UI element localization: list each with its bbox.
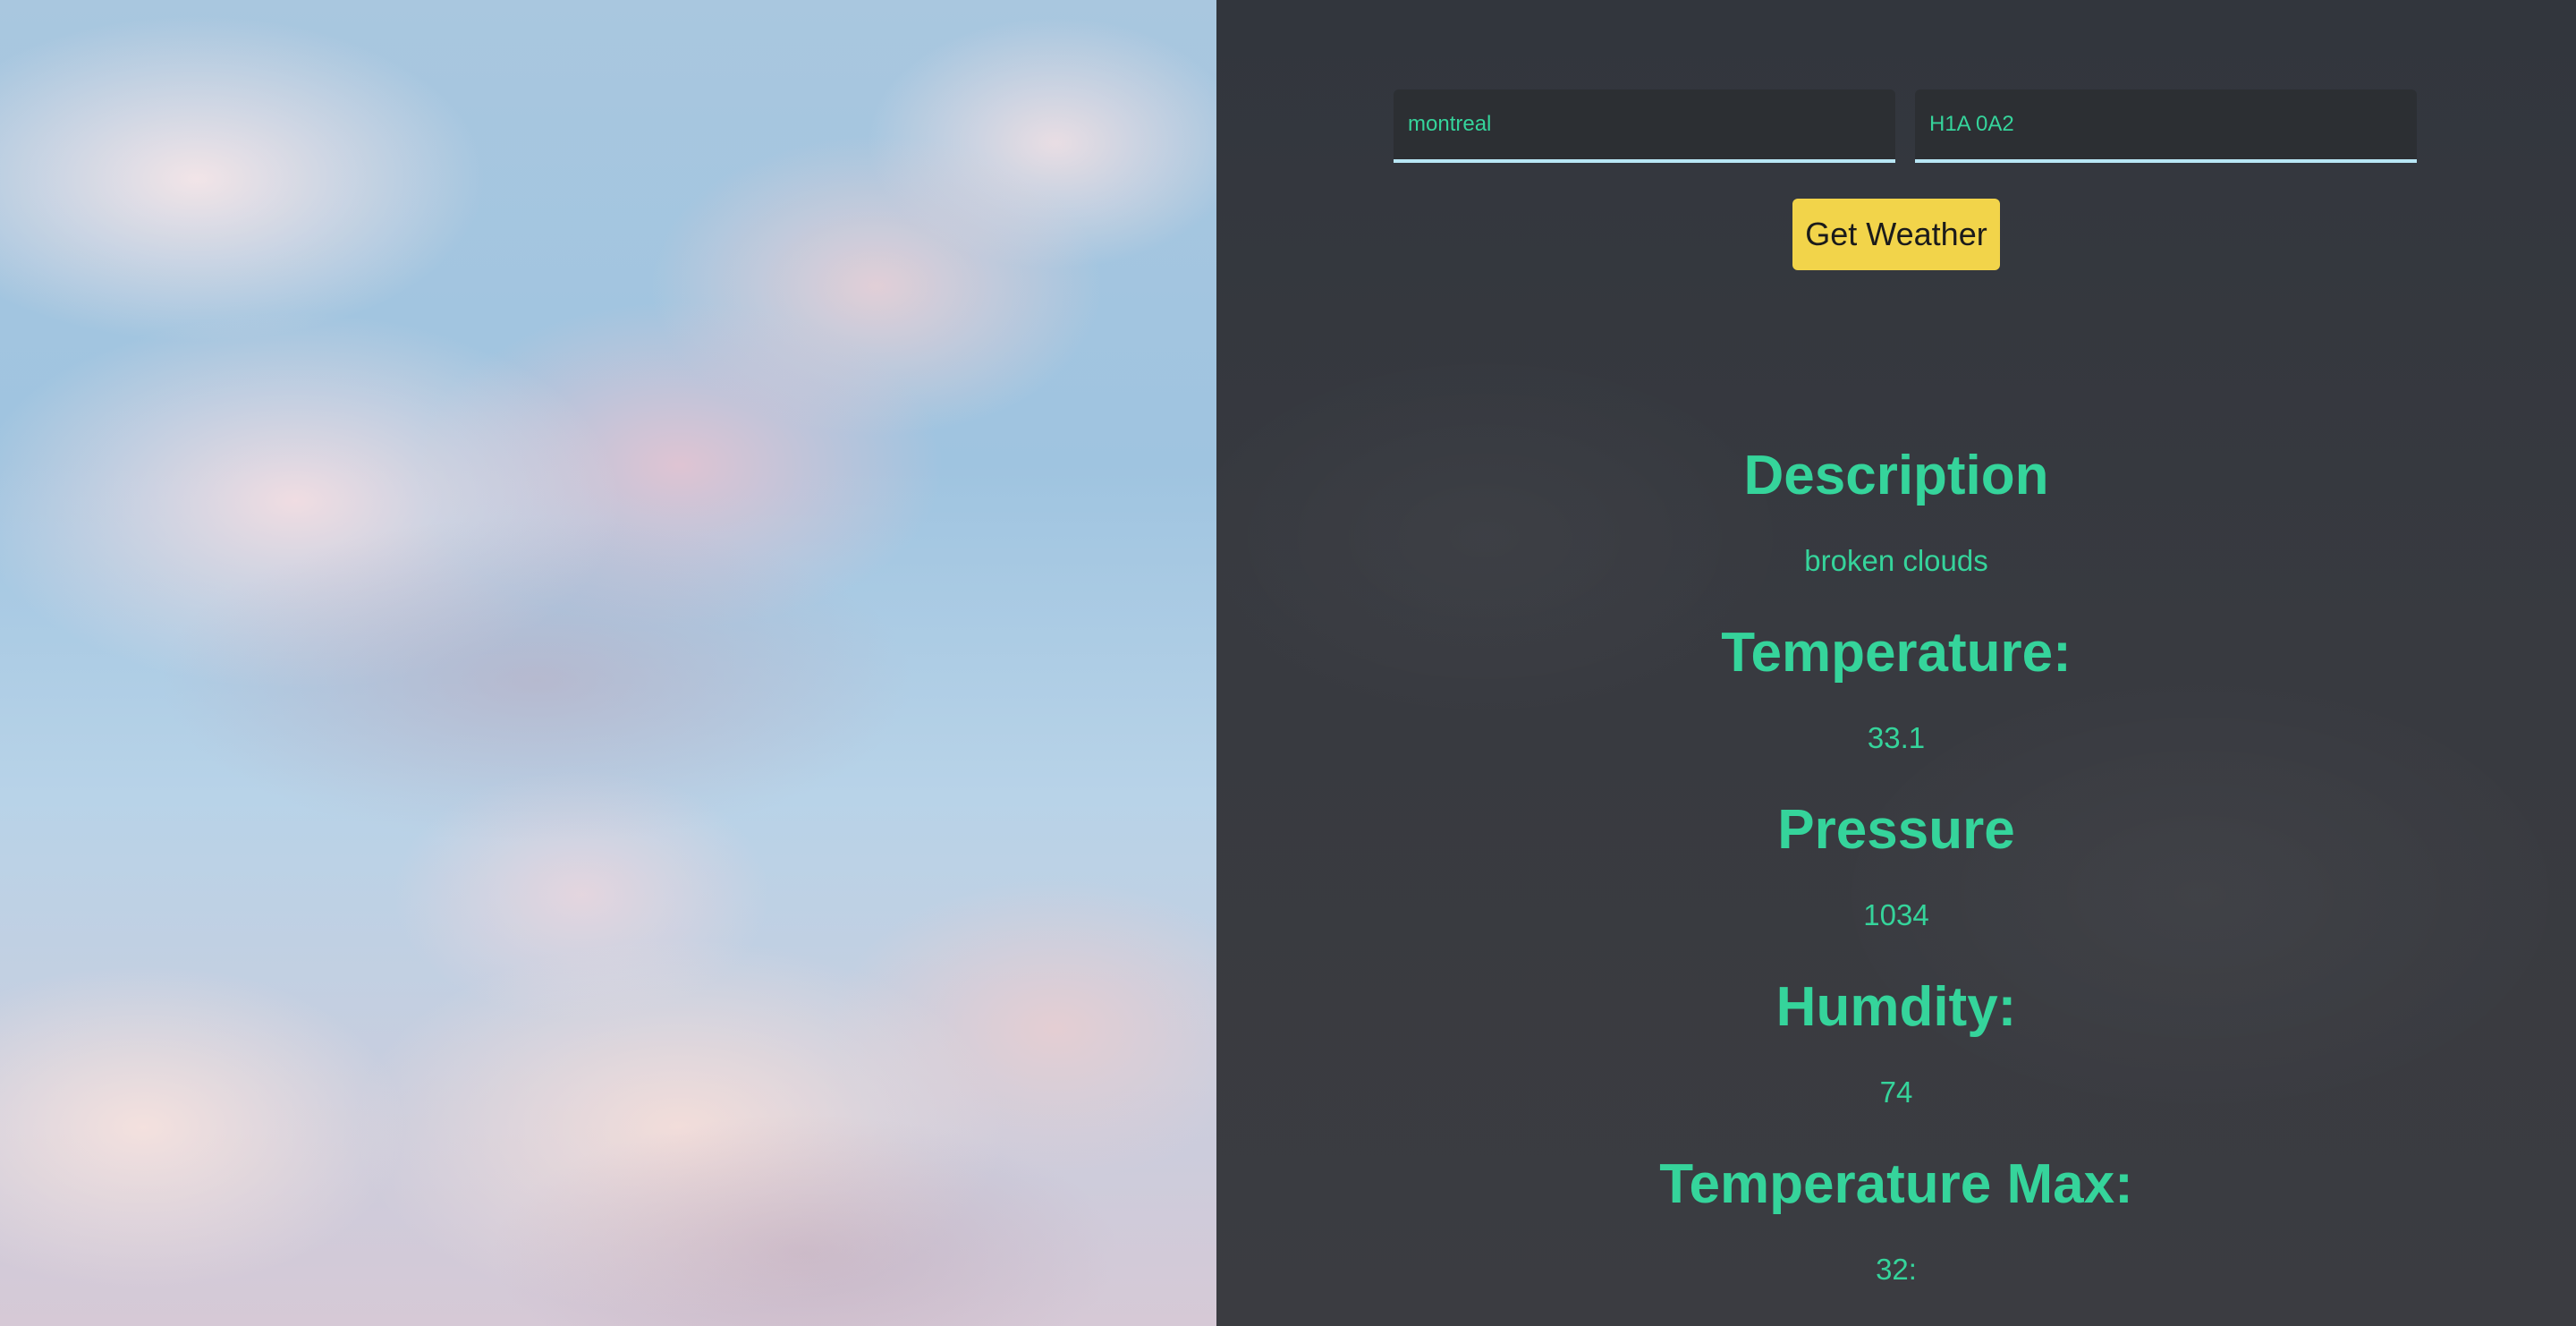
- weather-results: Description broken clouds Temperature: 3…: [1216, 429, 2576, 1315]
- weather-app: Get Weather Description broken clouds Te…: [0, 0, 2576, 1326]
- description-value: broken clouds: [1804, 544, 1988, 577]
- temperature-section: Temperature: 33.1: [1216, 607, 2576, 784]
- postal-code-input[interactable]: [1915, 89, 2417, 163]
- weather-panel: Get Weather Description broken clouds Te…: [1216, 0, 2576, 1326]
- temperature-max-heading: Temperature Max:: [1659, 1153, 2133, 1215]
- pressure-value: 1034: [1863, 898, 1929, 931]
- humidity-value: 74: [1879, 1075, 1913, 1109]
- temperature-max-value: 32:: [1876, 1253, 1917, 1286]
- city-input[interactable]: [1394, 89, 1895, 163]
- temperature-max-section: Temperature Max: 32:: [1216, 1138, 2576, 1315]
- sky-clouds-image: [0, 0, 1216, 1326]
- button-row: Get Weather: [1216, 199, 2576, 270]
- humidity-section: Humdity: 74: [1216, 961, 2576, 1138]
- temperature-heading: Temperature:: [1721, 622, 2072, 684]
- description-heading: Description: [1743, 445, 2049, 506]
- search-form: [1394, 89, 2417, 163]
- description-section: Description broken clouds: [1216, 429, 2576, 607]
- pressure-heading: Pressure: [1777, 799, 2015, 861]
- get-weather-button[interactable]: Get Weather: [1792, 199, 2000, 270]
- temperature-value: 33.1: [1867, 721, 1926, 754]
- pressure-section: Pressure 1034: [1216, 784, 2576, 961]
- humidity-heading: Humdity:: [1775, 976, 2017, 1038]
